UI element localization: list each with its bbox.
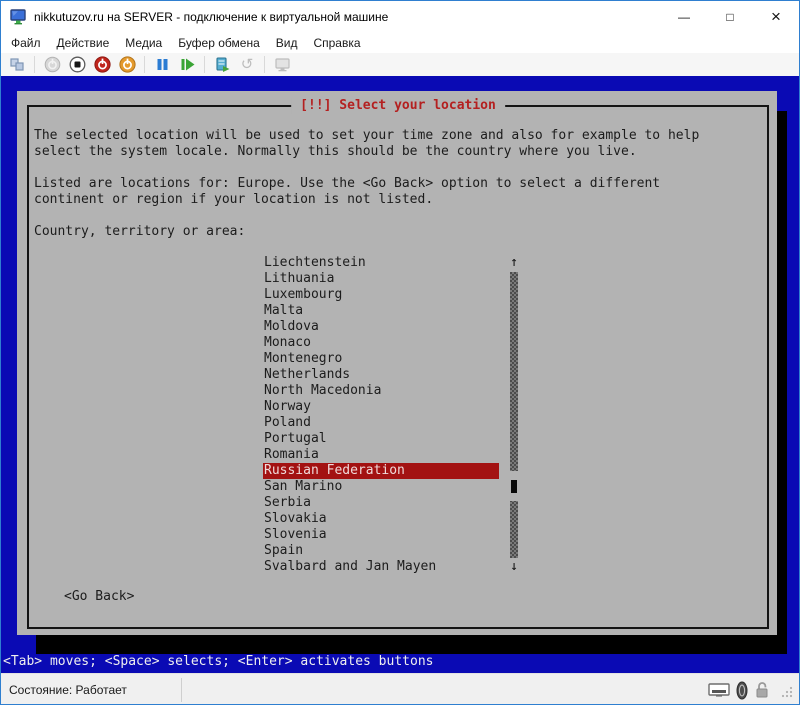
scroll-down-icon[interactable]: ↓ [509,559,519,575]
menu-file[interactable]: Файл [3,34,49,52]
country-row[interactable]: San Marino [263,479,499,495]
minimize-button[interactable]: — [661,1,707,32]
country-row[interactable]: Slovakia [263,511,499,527]
unlocked-padlock-icon [754,681,770,699]
installer-dialog: [!!] Select your location The selected l… [17,91,777,635]
country-row[interactable]: Montenegro [263,351,499,367]
toolbar-separator [34,56,35,73]
body-line [34,160,699,176]
turn-off-button[interactable] [66,54,88,75]
country-row[interactable]: Spain [263,543,499,559]
window-title: nikkutuzov.ru на SERVER - подключение к … [34,10,661,24]
country-row[interactable]: Malta [263,303,499,319]
dialog-body-text: The selected location will be used to se… [34,128,699,240]
checkpoint-button[interactable] [211,54,233,75]
pause-icon [154,56,171,73]
checkpoint-icon [214,56,231,73]
country-row[interactable]: Slovenia [263,527,499,543]
reset-button[interactable] [176,54,198,75]
shut-down-button[interactable] [91,54,113,75]
country-row[interactable]: Liechtenstein [263,255,499,271]
menu-action[interactable]: Действие [49,34,118,52]
revert-button[interactable]: ↺ [236,54,258,75]
start-button[interactable] [41,54,63,75]
country-row[interactable]: Serbia [263,495,499,511]
country-list: Liechtenstein Lithuania Luxembourg Malta… [263,255,499,575]
body-line: The selected location will be used to se… [34,128,699,144]
status-separator [181,678,182,702]
scrollbar-thumb[interactable] [511,480,517,493]
country-row[interactable]: Portugal [263,431,499,447]
country-row[interactable]: Norway [263,399,499,415]
go-back-button[interactable]: <Go Back> [64,589,134,605]
status-bar: Состояние: Работает [1,673,799,705]
ctrl-alt-del-icon [9,56,26,73]
enhanced-session-icon [274,56,291,73]
country-row[interactable]: Moldova [263,319,499,335]
menu-media[interactable]: Медиа [117,34,170,52]
close-button[interactable]: × [753,1,799,32]
menu-help[interactable]: Справка [305,34,368,52]
reset-icon [179,56,196,73]
vm-console-screen[interactable]: [!!] Select your location The selected l… [1,76,799,673]
body-line: select the system locale. Normally this … [34,144,699,160]
display-status-icon [708,682,730,699]
menu-bar: Файл Действие Медиа Буфер обмена Вид Спр… [1,32,799,53]
save-state-icon [119,56,136,73]
installer-help-line: <Tab> moves; <Space> selects; <Enter> ac… [3,654,433,670]
revert-icon: ↺ [241,57,254,72]
turn-off-icon [69,56,86,73]
body-line: Listed are locations for: Europe. Use th… [34,176,699,192]
pause-button[interactable] [151,54,173,75]
scroll-up-icon[interactable]: ↑ [509,255,519,271]
country-row[interactable]: Luxembourg [263,287,499,303]
toolbar-separator [144,56,145,73]
body-line: continent or region if your location is … [34,192,699,208]
vm-status-text: Состояние: Работает [9,683,127,697]
mouse-status-icon [736,681,748,700]
country-row[interactable]: Lithuania [263,271,499,287]
resize-grip[interactable] [780,685,793,698]
country-row-selected[interactable]: Russian Federation [263,463,499,479]
toolbar: ↺ [1,53,799,76]
maximize-button[interactable]: □ [707,1,753,32]
dialog-title: [!!] Select your location [291,98,505,114]
title-bar: nikkutuzov.ru на SERVER - подключение к … [1,1,799,32]
save-state-button[interactable] [116,54,138,75]
body-line: Country, territory or area: [34,224,699,240]
body-line [34,208,699,224]
country-row[interactable]: Poland [263,415,499,431]
shut-down-icon [94,56,111,73]
toolbar-separator [204,56,205,73]
menu-clipboard[interactable]: Буфер обмена [170,34,268,52]
country-row[interactable]: Netherlands [263,367,499,383]
country-row[interactable]: North Macedonia [263,383,499,399]
start-power-icon [44,56,61,73]
ctrl-alt-del-button[interactable] [6,54,28,75]
menu-view[interactable]: Вид [268,34,306,52]
country-row[interactable]: Monaco [263,335,499,351]
enhanced-session-button[interactable] [271,54,293,75]
vmconnect-window: nikkutuzov.ru на SERVER - подключение к … [0,0,800,705]
scrollbar-track[interactable] [510,272,518,558]
country-row[interactable]: Romania [263,447,499,463]
country-row[interactable]: Svalbard and Jan Mayen [263,559,499,575]
toolbar-separator [264,56,265,73]
vm-monitor-icon [10,9,27,25]
list-scrollbar[interactable]: ↑ ↓ [509,255,519,575]
